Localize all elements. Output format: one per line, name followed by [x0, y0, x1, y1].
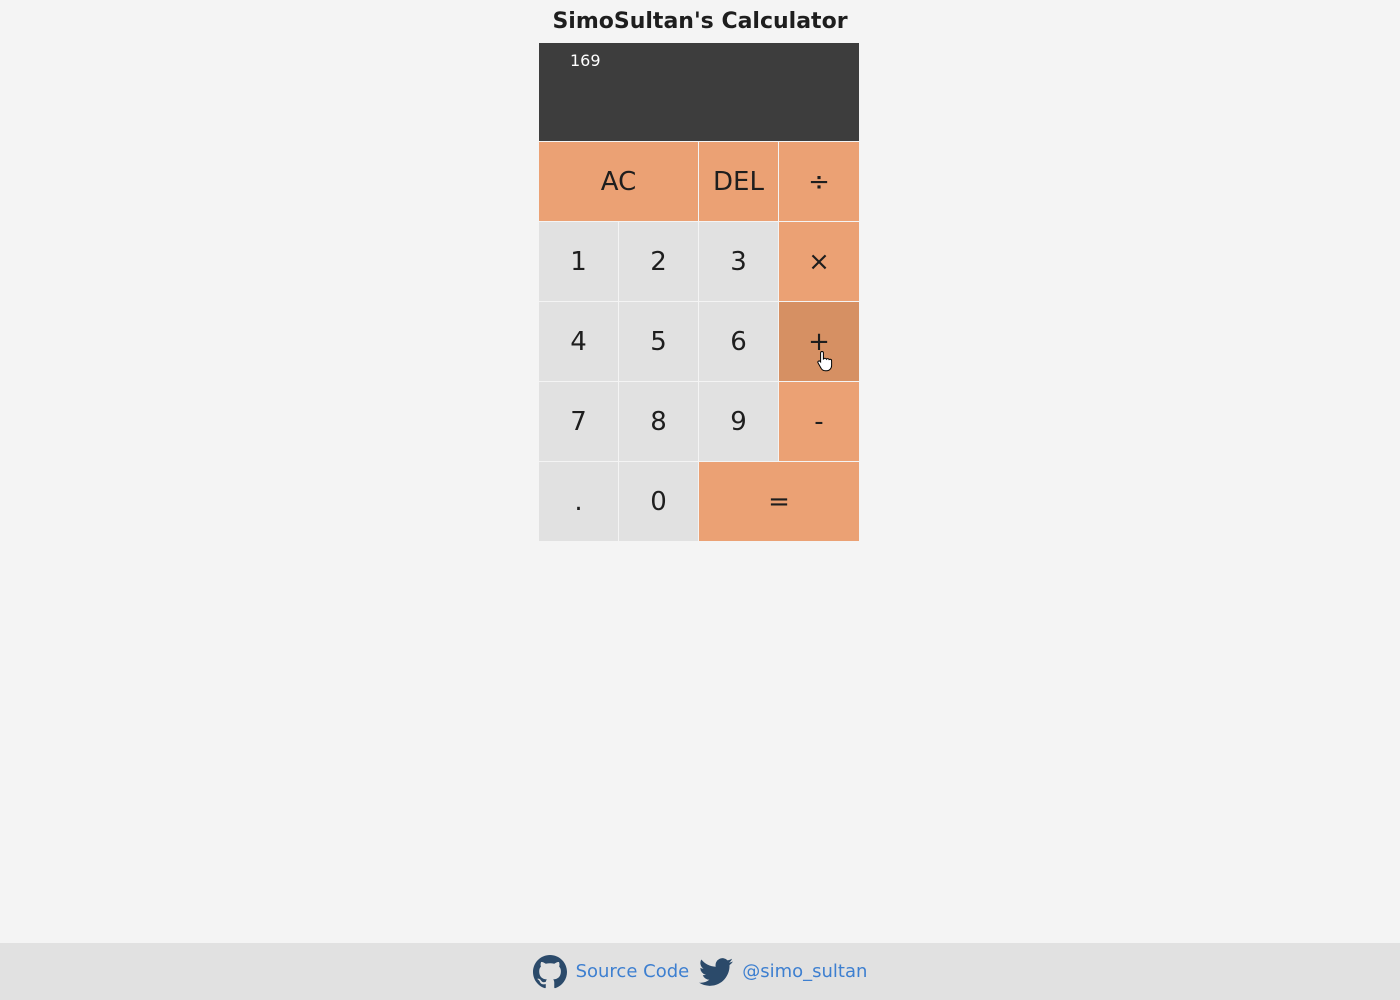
key-label: - — [814, 406, 824, 437]
multiply-button[interactable]: × — [779, 222, 859, 301]
source-code-link[interactable]: Source Code — [532, 954, 690, 989]
digit-6-button[interactable]: 6 — [699, 302, 778, 381]
key-label: 1 — [570, 246, 587, 277]
key-label: 7 — [570, 406, 587, 437]
key-label: 9 — [730, 406, 747, 437]
twitter-handle-label: @simo_sultan — [742, 961, 868, 982]
display-value: 169 — [570, 51, 601, 70]
subtract-button[interactable]: - — [779, 382, 859, 461]
digit-8-button[interactable]: 8 — [619, 382, 698, 461]
page: SimoSultan's Calculator 169 AC DEL ÷ 1 2 3 × 4 5… — [0, 0, 1400, 1000]
key-label: = — [768, 486, 790, 517]
twitter-link[interactable]: @simo_sultan — [699, 955, 867, 989]
github-icon — [532, 954, 567, 989]
digit-2-button[interactable]: 2 — [619, 222, 698, 301]
key-label: AC — [600, 166, 637, 197]
digit-5-button[interactable]: 5 — [619, 302, 698, 381]
digit-3-button[interactable]: 3 — [699, 222, 778, 301]
source-code-label: Source Code — [575, 961, 690, 982]
equals-button[interactable]: = — [699, 462, 859, 541]
keypad: AC DEL ÷ 1 2 3 × 4 5 6 +7 8 9 -. 0 = — [539, 142, 859, 541]
footer: Source Code @simo_sultan — [0, 943, 1400, 1000]
digit-9-button[interactable]: 9 — [699, 382, 778, 461]
digit-1-button[interactable]: 1 — [539, 222, 618, 301]
calculator-display: 169 — [539, 43, 859, 141]
key-label: 6 — [730, 326, 747, 357]
key-label: . — [574, 486, 583, 517]
key-label: 3 — [730, 246, 747, 277]
decimal-button[interactable]: . — [539, 462, 618, 541]
key-label: × — [808, 246, 830, 277]
key-label: 5 — [650, 326, 667, 357]
page-title: SimoSultan's Calculator — [552, 9, 848, 34]
calculator: 169 AC DEL ÷ 1 2 3 × 4 5 6 +7 8 9 -. 0 = — [539, 43, 859, 541]
key-label: 8 — [650, 406, 667, 437]
twitter-icon — [699, 955, 734, 989]
digit-7-button[interactable]: 7 — [539, 382, 618, 461]
del-button[interactable]: DEL — [699, 142, 778, 221]
digit-4-button[interactable]: 4 — [539, 302, 618, 381]
key-label: 0 — [650, 486, 667, 517]
key-label: 4 — [570, 326, 587, 357]
hand-cursor-icon — [817, 350, 833, 372]
key-label: DEL — [713, 166, 764, 197]
digit-0-button[interactable]: 0 — [619, 462, 698, 541]
key-label: 2 — [650, 246, 667, 277]
key-label: ÷ — [808, 166, 830, 197]
ac-button[interactable]: AC — [539, 142, 698, 221]
divide-button[interactable]: ÷ — [779, 142, 859, 221]
add-button[interactable]: + — [779, 302, 859, 381]
